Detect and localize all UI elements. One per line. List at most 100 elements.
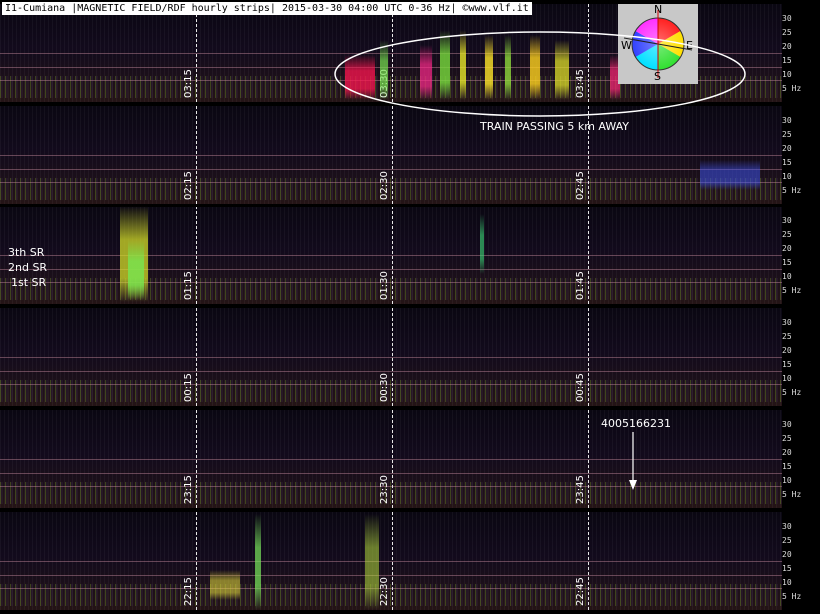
schumann-resonance-line [0,575,782,576]
spectrogram-strip: 22:15 22:30 22:45 [0,512,782,610]
frequency-axis: 30 25 20 15 10 5 Hz [782,410,820,508]
spectral-burst [480,214,484,274]
quarter-hour-divider [392,410,393,508]
spectrogram-strip: 00:15 00:30 00:45 [0,308,782,406]
quarter-hour-divider [392,106,393,204]
schumann-resonance-line [0,384,782,385]
frequency-axis: 30 25 20 15 10 5 Hz [782,4,820,102]
quarter-hour-divider [196,106,197,204]
quarter-hour-divider [196,206,197,304]
quarter-hour-divider [588,308,589,406]
frequency-tick: 5 Hz [782,388,802,397]
frequency-tick: 5 Hz [782,490,802,499]
time-label: 00:45 [575,373,586,402]
frequency-tick: 15 [782,360,792,369]
frequency-tick: 5 Hz [782,592,802,601]
frequency-tick: 30 [782,14,792,23]
quarter-hour-divider [196,512,197,610]
event-number-label: 4005166231 [601,417,671,430]
time-label: 23:15 [183,475,194,504]
time-label: 03:15 [183,69,194,98]
sr2-label: 2nd SR [8,261,48,274]
time-label: 00:30 [379,373,390,402]
schumann-resonance-line [0,473,782,474]
schumann-resonance-line [0,269,782,270]
frequency-tick: 10 [782,374,792,383]
spectral-burst [365,514,379,610]
time-label: 01:30 [379,271,390,300]
frequency-tick: 25 [782,28,792,37]
schumann-resonance-line [0,282,782,283]
frequency-tick: 20 [782,550,792,559]
quarter-hour-divider [392,512,393,610]
time-label: 00:15 [183,373,194,402]
spectral-burst [255,514,261,610]
time-label: 23:30 [379,475,390,504]
frequency-tick: 15 [782,158,792,167]
frequency-tick: 10 [782,272,792,281]
quarter-hour-divider [588,410,589,508]
train-highlight-ellipse [334,31,746,117]
frequency-tick: 15 [782,564,792,573]
time-label: 01:45 [575,271,586,300]
schumann-resonance-line [0,459,782,460]
strip-separator [0,304,820,307]
frequency-axis: 30 25 20 15 10 5 Hz [782,512,820,610]
page-title: I1-Cumiana |MAGNETIC FIELD/RDF hourly st… [2,2,532,15]
spectrogram-strip: 02:15 02:30 02:45 [0,106,782,204]
sr1-label: 1st SR [11,276,47,289]
quarter-hour-divider [392,308,393,406]
frequency-tick: 30 [782,216,792,225]
strip-separator [0,508,820,511]
schumann-resonance-line [0,255,782,256]
quarter-hour-divider [392,206,393,304]
time-label: 22:15 [183,577,194,606]
time-label: 01:15 [183,271,194,300]
frequency-tick: 20 [782,244,792,253]
frequency-tick: 15 [782,258,792,267]
time-label: 02:30 [379,171,390,200]
frequency-tick: 20 [782,346,792,355]
spectral-burst [210,570,240,600]
schumann-resonance-line [0,357,782,358]
frequency-tick: 30 [782,522,792,531]
time-label: 22:30 [379,577,390,606]
time-label: 22:45 [575,577,586,606]
frequency-tick: 20 [782,448,792,457]
quarter-hour-divider [196,410,197,508]
frequency-axis: 30 25 20 15 10 5 Hz [782,106,820,204]
frequency-tick: 10 [782,578,792,587]
frequency-tick: 30 [782,420,792,429]
frequency-tick: 25 [782,130,792,139]
frequency-tick: 25 [782,230,792,239]
schumann-resonance-line [0,182,782,183]
frequency-tick: 30 [782,318,792,327]
frequency-tick: 10 [782,476,792,485]
frequency-tick: 5 Hz [782,84,802,93]
frequency-tick: 25 [782,434,792,443]
frequency-tick: 30 [782,116,792,125]
frequency-tick: 20 [782,144,792,153]
spectral-burst [700,160,760,190]
schumann-resonance-line [0,486,782,487]
frequency-tick: 5 Hz [782,186,802,195]
quarter-hour-divider [196,308,197,406]
sr3-label: 3th SR [8,246,45,259]
schumann-resonance-line [0,169,782,170]
schumann-resonance-line [0,588,782,589]
quarter-hour-divider [588,512,589,610]
spectrogram-canvas: 03:1503:3003:4530252015105 Hz02:1502:300… [0,0,820,614]
frequency-tick: 5 Hz [782,286,802,295]
frequency-tick: 15 [782,462,792,471]
frequency-axis: 30 25 20 15 10 5 Hz [782,308,820,406]
time-label: 23:45 [575,475,586,504]
schumann-resonance-line [0,371,782,372]
schumann-resonance-line [0,155,782,156]
frequency-tick: 15 [782,56,792,65]
quarter-hour-divider [588,206,589,304]
time-label: 02:15 [183,171,194,200]
frequency-tick: 20 [782,42,792,51]
frequency-tick: 25 [782,536,792,545]
schumann-resonance-line [0,561,782,562]
compass-n-label: N [654,3,663,16]
